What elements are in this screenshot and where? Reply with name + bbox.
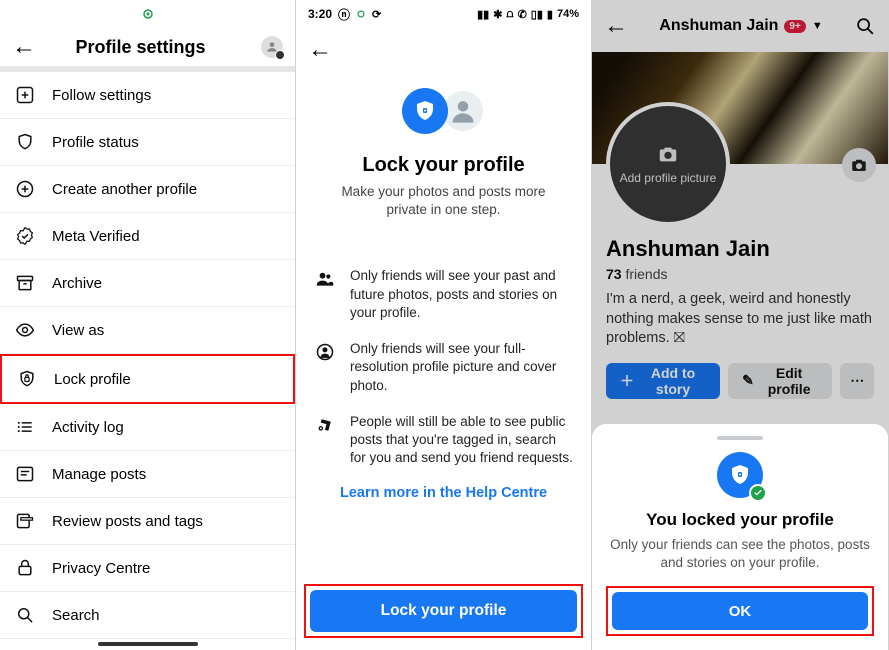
eye-icon (14, 319, 36, 341)
settings-item-list[interactable]: Activity log (0, 404, 295, 451)
settings-item-label: Review posts and tags (52, 513, 203, 530)
checkmark-badge-icon (749, 484, 767, 502)
list-icon (14, 416, 36, 438)
privacy-icon (14, 557, 36, 579)
lock-title: Lock your profile (362, 154, 524, 177)
settings-item-label: Lock profile (54, 371, 131, 388)
benefit-icon (314, 340, 336, 395)
shield-lock-icon (717, 452, 763, 498)
cta-highlight: Lock your profile (304, 584, 583, 638)
settings-item-post[interactable]: Manage posts (0, 451, 295, 498)
ok-button[interactable]: OK (612, 592, 868, 630)
hero-graphic (394, 84, 494, 144)
settings-item-label: Follow settings (52, 87, 151, 104)
lock-profile-panel: 3:20 ⓝ ⟳ ▮▮ ✱ ⩍ ✆ ▯▮ ▮ 74% ← Lock your p… (296, 0, 592, 650)
benefit-point: Only friends will see your full-resoluti… (314, 340, 573, 395)
settings-item-label: Privacy Centre (52, 560, 150, 577)
settings-item-archive[interactable]: Archive (0, 260, 295, 307)
home-indicator (98, 642, 198, 646)
settings-item-verified[interactable]: Meta Verified (0, 213, 295, 260)
status-bar: 3:20 ⓝ ⟳ ▮▮ ✱ ⩍ ✆ ▯▮ ▮ 74% (296, 0, 591, 28)
settings-item-shield-lock[interactable]: Lock profile (0, 354, 295, 404)
settings-item-label: Search (52, 607, 100, 624)
status-bar (0, 0, 295, 28)
wifi-icon: ⩍ (506, 8, 513, 21)
confirmation-sheet: You locked your profile Only your friend… (592, 424, 888, 650)
settings-item-privacy[interactable]: Privacy Centre (0, 545, 295, 592)
learn-more-link[interactable]: Learn more in the Help Centre (296, 485, 591, 501)
archive-icon (14, 272, 36, 294)
benefit-point: Only friends will see your past and futu… (314, 267, 573, 322)
lock-subtitle: Make your photos and posts more private … (320, 183, 567, 219)
sheet-handle[interactable] (717, 436, 763, 440)
status-time: 3:20 (308, 7, 332, 21)
profile-avatar-icon[interactable] (261, 36, 283, 58)
settings-item-label: Meta Verified (52, 228, 140, 245)
status-dot-icon (356, 9, 366, 19)
shield-lock-icon (402, 88, 448, 134)
profile-panel: ← Anshuman Jain 9+ ▼ Add profile picture… (592, 0, 889, 650)
benefit-point: People will still be able to see public … (314, 413, 573, 468)
verified-icon (14, 225, 36, 247)
benefit-text: People will still be able to see public … (350, 413, 573, 468)
circle-plus-icon (14, 178, 36, 200)
benefit-icon (314, 413, 336, 468)
settings-item-box-plus[interactable]: Follow settings (0, 72, 295, 119)
post-icon (14, 463, 36, 485)
back-arrow-icon[interactable]: ← (308, 36, 332, 64)
settings-item-label: Create another profile (52, 181, 197, 198)
settings-item-circle-plus[interactable]: Create another profile (0, 166, 295, 213)
status-sync-icon: ⟳ (372, 8, 381, 21)
battery-pct: 74% (557, 8, 579, 20)
sheet-title: You locked your profile (606, 510, 874, 530)
shield-lock-icon (16, 368, 38, 390)
settings-item-eye[interactable]: View as (0, 307, 295, 354)
settings-item-label: Archive (52, 275, 102, 292)
settings-item-label: Manage posts (52, 466, 146, 483)
status-nfc-icon: ⓝ (338, 6, 350, 23)
header: ← (296, 28, 591, 72)
header: ← Profile settings (0, 28, 295, 72)
settings-item-shield[interactable]: Profile status (0, 119, 295, 166)
benefit-text: Only friends will see your full-resoluti… (350, 340, 573, 395)
page-title: Profile settings (38, 37, 243, 58)
search-icon (14, 604, 36, 626)
settings-item-label: View as (52, 322, 104, 339)
benefit-points: Only friends will see your past and futu… (296, 267, 591, 467)
review-icon (14, 510, 36, 532)
hero: Lock your profile Make your photos and p… (296, 84, 591, 219)
cell-icon: ▯▮ (531, 8, 543, 21)
box-plus-icon (14, 84, 36, 106)
settings-item-label: Profile status (52, 134, 139, 151)
settings-item-search[interactable]: Search (0, 592, 295, 639)
benefit-text: Only friends will see your past and futu… (350, 267, 573, 322)
sheet-subtitle: Only your friends can see the photos, po… (606, 536, 874, 572)
bluetooth-icon: ✱ (493, 8, 502, 21)
ok-highlight: OK (606, 586, 874, 636)
benefit-icon (314, 267, 336, 322)
phone-icon: ✆ (518, 8, 527, 21)
settings-list: Follow settings Profile status Create anot… (0, 72, 295, 650)
battery-icon: ▮ (547, 8, 553, 21)
settings-item-label: Activity log (52, 419, 124, 436)
settings-item-review[interactable]: Review posts and tags (0, 498, 295, 545)
shield-icon (14, 131, 36, 153)
back-arrow-icon[interactable]: ← (12, 33, 36, 61)
lock-profile-button[interactable]: Lock your profile (310, 590, 577, 632)
app-dot-icon (142, 8, 154, 20)
profile-settings-panel: ← Profile settings Follow settings Profil… (0, 0, 296, 650)
signal-bars-icon: ▮▮ (477, 8, 489, 21)
